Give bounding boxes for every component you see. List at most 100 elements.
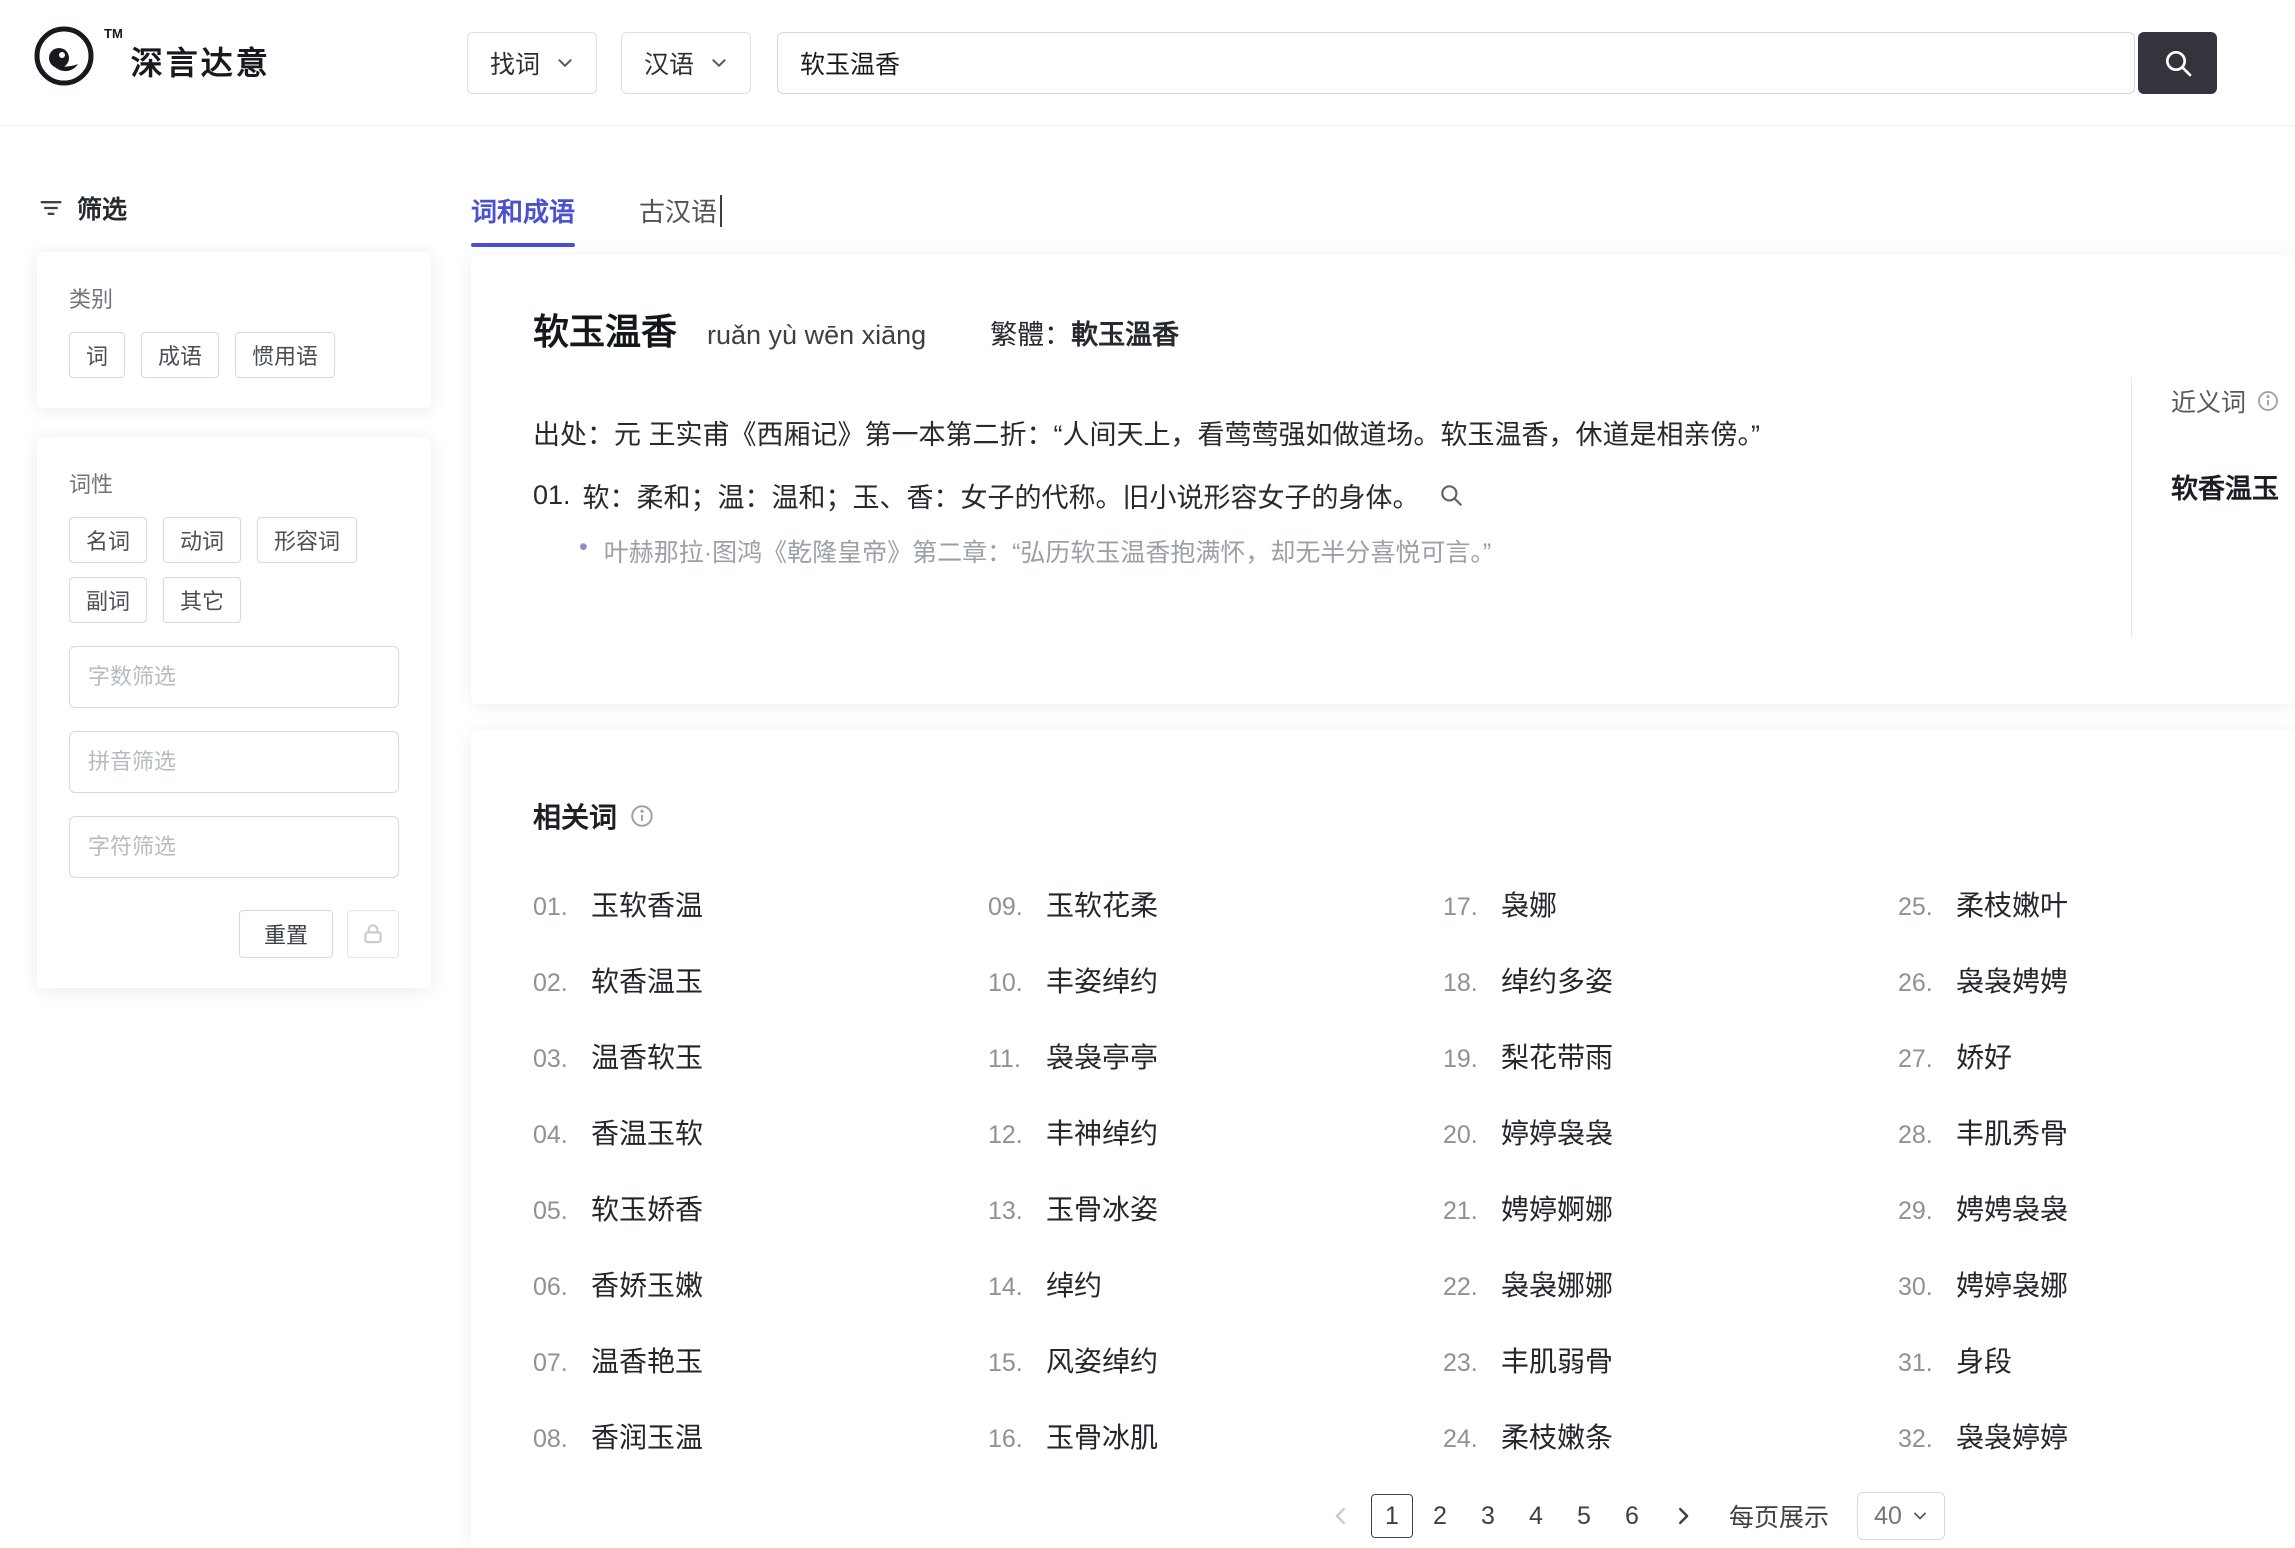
category-tag[interactable]: 词 [69,332,125,378]
tab-words-idioms[interactable]: 词和成语 [471,192,575,247]
related-word-number: 22. [1443,1273,1487,1302]
search-mode-select[interactable]: 找词 [467,32,597,94]
related-word-link[interactable]: 袅袅婷婷 [1956,1416,2068,1456]
search-icon [2162,47,2194,79]
related-word-number: 02. [533,969,577,998]
related-word-link[interactable]: 婷婷袅袅 [1501,1112,1613,1152]
related-word-item: 09. 玉软花柔 [988,884,1443,924]
related-word-link[interactable]: 梨花带雨 [1501,1036,1613,1076]
related-word-number: 03. [533,1045,577,1074]
related-word-item: 06. 香娇玉嫩 [533,1264,988,1304]
traditional-label: 繁體： [990,320,1071,350]
related-word-number: 27. [1898,1045,1942,1074]
related-word-link[interactable]: 袅袅亭亭 [1046,1036,1158,1076]
page-number-button[interactable]: 6 [1611,1494,1653,1538]
reset-button[interactable]: 重置 [239,910,333,958]
category-filter-card: 类别 词 成语 惯用语 [37,252,431,408]
related-word-link[interactable]: 娉婷袅娜 [1956,1264,2068,1304]
tab-classical-chinese[interactable]: 古汉语 [639,192,722,247]
related-word-link[interactable]: 香温玉软 [591,1112,703,1152]
related-word-link[interactable]: 绰约多姿 [1501,960,1613,1000]
related-word-item: 07. 温香艳玉 [533,1340,988,1380]
prev-page-button[interactable] [1321,1494,1361,1538]
lock-button[interactable] [347,910,399,958]
brand[interactable]: TM 深言达意 [32,24,271,88]
info-icon[interactable] [2256,389,2280,413]
related-word-link[interactable]: 玉软香温 [591,884,703,924]
pos-tag[interactable]: 名词 [69,517,147,563]
related-word-link[interactable]: 香润玉温 [591,1416,703,1456]
related-word-link[interactable]: 身段 [1956,1340,2012,1380]
related-word-link[interactable]: 娇好 [1956,1036,2012,1076]
related-word-item: 26. 袅袅娉娉 [1898,960,2295,1000]
related-word-item: 12. 丰神绰约 [988,1112,1443,1152]
related-word-link[interactable]: 丰姿绰约 [1046,960,1158,1000]
related-word-link[interactable]: 软玉娇香 [591,1188,703,1228]
search-button[interactable] [2138,32,2217,94]
info-icon[interactable] [629,803,655,829]
related-word-link[interactable]: 香娇玉嫩 [591,1264,703,1304]
related-word-link[interactable]: 绰约 [1046,1264,1102,1304]
pinyin-filter-input[interactable] [69,731,399,793]
page-number-list: 1 2 3 4 5 6 [1371,1494,1653,1538]
related-word-link[interactable]: 温香软玉 [591,1036,703,1076]
related-word-link[interactable]: 袅娜 [1501,884,1557,924]
pos-label: 词性 [69,467,399,499]
chevron-down-icon [556,54,574,72]
filter-icon [37,194,65,222]
page-number-button[interactable]: 2 [1419,1494,1461,1538]
chevron-down-icon [1912,1508,1928,1524]
search-input[interactable] [777,32,2135,94]
page-number-button[interactable]: 4 [1515,1494,1557,1538]
related-word-item: 30. 娉婷袅娜 [1898,1264,2295,1304]
related-word-item: 25. 柔枝嫩叶 [1898,884,2295,924]
related-word-item: 15. 风姿绰约 [988,1340,1443,1380]
next-page-button[interactable] [1663,1494,1703,1538]
related-word-link[interactable]: 袅袅娜娜 [1501,1264,1613,1304]
related-word-link[interactable]: 丰肌弱骨 [1501,1340,1613,1380]
related-word-link[interactable]: 温香艳玉 [591,1340,703,1380]
related-word-link[interactable]: 娉婷婀娜 [1501,1188,1613,1228]
pos-tag[interactable]: 其它 [163,577,241,623]
related-word-link[interactable]: 丰肌秀骨 [1956,1112,2068,1152]
related-word-link[interactable]: 柔枝嫩条 [1501,1416,1613,1456]
page-number-button[interactable]: 5 [1563,1494,1605,1538]
language-select[interactable]: 汉语 [621,32,751,94]
related-word-number: 15. [988,1349,1032,1378]
language-value: 汉语 [644,45,694,81]
page-number-button[interactable]: 3 [1467,1494,1509,1538]
text-caret [720,195,722,227]
related-word-link[interactable]: 软香温玉 [591,960,703,1000]
related-word-item: 18. 绰约多姿 [1443,960,1898,1000]
related-word-link[interactable]: 柔枝嫩叶 [1956,884,2068,924]
category-tag[interactable]: 成语 [141,332,219,378]
related-word-link[interactable]: 玉骨冰肌 [1046,1416,1158,1456]
pos-filter-card: 词性 名词 动词 形容词 副词 其它 重置 [37,437,431,988]
example-text: 叶赫那拉·图鸿《乾隆皇帝》第二章：“弘历软玉温香抱满怀，却无半分喜悦可言。” [604,533,1491,569]
category-tag[interactable]: 惯用语 [235,332,335,378]
related-word-link[interactable]: 娉娉袅袅 [1956,1188,2068,1228]
related-word-number: 26. [1898,969,1942,998]
related-word-number: 29. [1898,1197,1942,1226]
related-word-link[interactable]: 玉软花柔 [1046,884,1158,924]
related-word-link[interactable]: 袅袅娉娉 [1956,960,2068,1000]
pos-tag[interactable]: 副词 [69,577,147,623]
related-word-link[interactable]: 玉骨冰姿 [1046,1188,1158,1228]
pos-tag[interactable]: 形容词 [257,517,357,563]
related-word-item: 13. 玉骨冰姿 [988,1188,1443,1228]
related-word-item: 16. 玉骨冰肌 [988,1416,1443,1456]
related-word-link[interactable]: 丰神绰约 [1046,1112,1158,1152]
related-word-number: 08. [533,1425,577,1454]
related-word-number: 12. [988,1121,1032,1150]
character-filter-input[interactable] [69,816,399,878]
per-page-select[interactable]: 40 [1857,1492,1945,1540]
related-word-number: 18. [1443,969,1487,998]
filter-label: 筛选 [77,190,127,226]
pos-tag[interactable]: 动词 [163,517,241,563]
synonym-word[interactable]: 软香温玉 [2171,467,2280,506]
related-word-link[interactable]: 风姿绰约 [1046,1340,1158,1380]
page-number-button[interactable]: 1 [1371,1494,1413,1538]
definition-search-icon[interactable] [1438,482,1464,508]
char-count-filter-input[interactable] [69,646,399,708]
category-label: 类别 [69,282,399,314]
